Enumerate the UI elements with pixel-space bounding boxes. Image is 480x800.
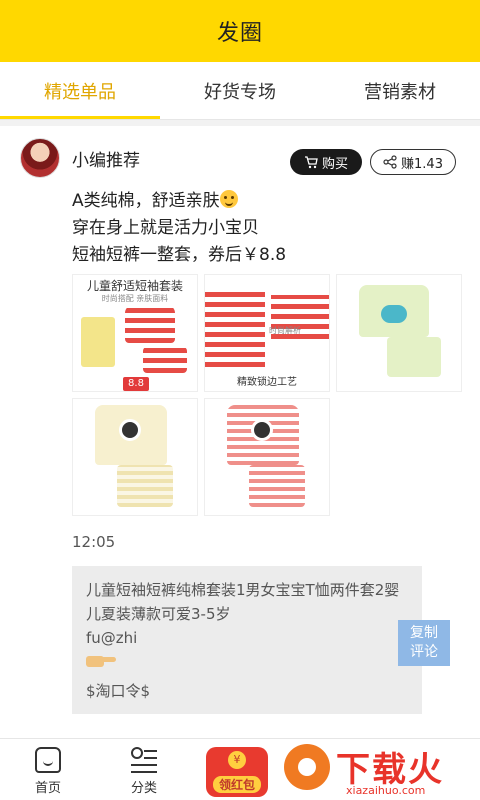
tab-good-goods[interactable]: 好货专场	[160, 62, 320, 119]
product-image[interactable]: 儿童舒适短袖套装 时尚搭配 亲肤面料 8.8	[72, 274, 198, 392]
share-earn-button[interactable]: 赚1.43	[370, 149, 456, 175]
cart-icon	[304, 155, 318, 168]
share-icon	[383, 155, 397, 169]
fire-logo-icon	[284, 744, 330, 790]
image-subcaption: 时尚搭配 亲肤面料	[101, 294, 169, 303]
comment-box: 儿童短袖短裤纯棉套装1男女宝宝T恤两件套2婴儿夏装薄款可爱3-5岁 fu@zhi…	[72, 566, 450, 714]
image-caption: 精致锁边工艺	[237, 377, 297, 388]
desc-line: 穿在身上就是活力小宝贝	[72, 218, 259, 238]
image-caption: 儿童舒适短袖套装	[86, 279, 183, 293]
desc-line: 短袖短裤一整套，券后￥8.8	[72, 245, 287, 265]
price-tag: 8.8	[123, 377, 149, 391]
home-icon	[35, 747, 61, 773]
product-image[interactable]	[336, 274, 462, 392]
avatar[interactable]	[20, 138, 60, 178]
top-bar: 发圈	[0, 0, 480, 62]
product-image[interactable]	[204, 398, 330, 516]
product-image[interactable]	[72, 398, 198, 516]
nav-home-label: 首页	[34, 781, 61, 796]
watermark-url: xiazaihuo.com	[346, 784, 426, 797]
page-title: 发圈	[216, 21, 263, 46]
red-packet-label: 领红包	[212, 776, 261, 793]
tab-marketing[interactable]: 营销素材	[320, 62, 480, 119]
product-image[interactable]: 时尚解析 精致锁边工艺	[204, 274, 330, 392]
post-card: 小编推荐 购买 赚1.43 A类纯棉，舒适亲肤 穿在身上就是活力小宝贝 短袖短裤…	[0, 126, 480, 738]
coin-icon: ¥	[228, 751, 246, 769]
post-time: 12:05	[72, 533, 116, 551]
nav-home[interactable]: 首页	[8, 739, 88, 800]
desc-line: A类纯棉，舒适亲肤	[72, 188, 286, 215]
tab-featured[interactable]: 精选单品	[0, 62, 160, 119]
red-packet-button[interactable]: ¥ 领红包	[206, 747, 268, 797]
watermark: 下载火 xiazaihuo.com	[284, 740, 480, 800]
nav-category-label: 分类	[130, 781, 157, 796]
tab-bar: 精选单品 好货专场 营销素材	[0, 62, 480, 120]
buy-label: 购买	[321, 156, 348, 172]
smile-emoji-icon	[219, 190, 238, 208]
copy-comment-button[interactable]: 复制评论	[398, 620, 450, 666]
nav-category[interactable]: 分类	[104, 739, 184, 800]
image-subcaption: 时尚解析	[269, 326, 301, 335]
buy-button[interactable]: 购买	[290, 149, 362, 175]
tao-code: $淘口令$	[86, 682, 151, 700]
comment-text: 儿童短袖短裤纯棉套装1男女宝宝T恤两件套2婴儿夏装薄款可爱3-5岁 fu@zhi	[86, 578, 406, 650]
earn-label: 赚1.43	[401, 156, 443, 172]
pointing-hand-icon	[86, 652, 116, 668]
author-name: 小编推荐	[72, 151, 140, 171]
comment-user: fu@zhi	[86, 629, 138, 647]
post-description: A类纯棉，舒适亲肤 穿在身上就是活力小宝贝 短袖短裤一整套，券后￥8.8	[72, 188, 286, 269]
category-icon	[131, 747, 157, 773]
